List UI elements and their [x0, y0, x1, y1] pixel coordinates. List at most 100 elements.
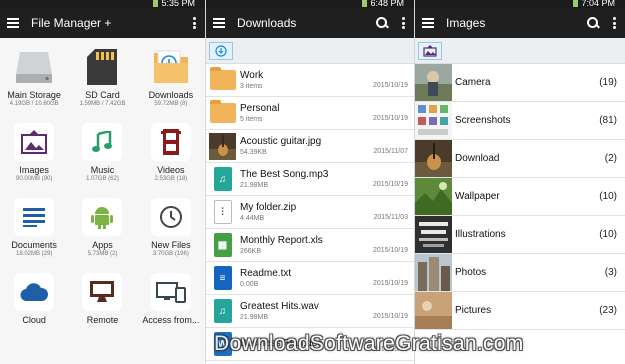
album-row-download[interactable]: Download (2)	[415, 140, 625, 178]
category-images[interactable]: Images 90.00MB (90)	[0, 123, 68, 194]
video-icon	[150, 123, 191, 161]
document-icon	[14, 198, 55, 236]
battery-icon	[573, 0, 579, 8]
downloads-folder-icon	[151, 48, 191, 86]
file-name: Monthly Report.xls	[240, 235, 323, 246]
file-row-personal[interactable]: Personal 5 items 2015/10/19	[206, 97, 414, 130]
file-row-monthly-report[interactable]: ▦ Monthly Report.xls 266KB 2015/10/19	[206, 229, 414, 262]
path-root-button[interactable]	[418, 41, 442, 60]
menu-icon[interactable]	[422, 18, 434, 28]
album-thumbnail	[415, 140, 452, 177]
path-root-button[interactable]	[209, 41, 233, 60]
file-date: 2015/10/19	[372, 280, 408, 287]
album-thumbnail	[415, 292, 452, 329]
album-count: (23)	[599, 305, 617, 316]
storage-icon	[14, 48, 54, 86]
folder-icon	[209, 100, 236, 127]
category-downloads[interactable]: Downloads 59.72MB (8)	[137, 48, 205, 119]
category-documents[interactable]: Documents 18.02MB (29)	[0, 198, 68, 269]
category-size: 59.72MB (8)	[154, 101, 188, 107]
album-row-wallpaper[interactable]: Wallpaper (10)	[415, 178, 625, 216]
status-time: 7:04 PM	[581, 0, 615, 8]
file-date: 2015/10/19	[372, 247, 408, 254]
album-row-screenshots[interactable]: Screenshots (81)	[415, 102, 625, 140]
album-name: Screenshots	[455, 115, 511, 126]
status-time: 5:35 PM	[161, 0, 195, 8]
file-row-best-song[interactable]: ♫ The Best Song.mp3 21.98MB 2015/10/19	[206, 163, 414, 196]
pc-access-icon	[150, 273, 191, 311]
status-bar: 5:35 PM	[0, 0, 205, 8]
download-path-icon	[215, 44, 227, 57]
file-row-readme[interactable]: ≡ Readme.txt 0.00B 2015/10/19	[206, 262, 414, 295]
app-bar: File Manager +	[0, 8, 205, 38]
album-thumbnail	[415, 102, 452, 139]
category-name: Main Storage	[7, 90, 61, 100]
category-name: Images	[19, 165, 49, 175]
file-list: Work 3 items 2015/10/19 Personal 5 items 2…	[206, 64, 414, 361]
album-name: Download	[455, 153, 500, 164]
file-date: 2015/10/19	[372, 313, 408, 320]
category-size: 4.19GB / 10.80GB	[9, 101, 59, 107]
category-name: SD Card	[85, 90, 120, 100]
path-bar	[415, 38, 625, 64]
album-count: (10)	[599, 191, 617, 202]
file-manager-home-screen: 5:35 PM File Manager + Main Storage 4.19…	[0, 0, 205, 364]
search-icon[interactable]	[587, 17, 599, 29]
album-name: Pictures	[455, 305, 492, 316]
album-count: (2)	[604, 153, 617, 164]
app-title: File Manager +	[31, 16, 112, 30]
image-icon	[14, 123, 55, 161]
path-bar	[206, 38, 414, 64]
album-row-photos[interactable]: Photos (3)	[415, 254, 625, 292]
category-size: 90.00MB (90)	[15, 176, 53, 182]
category-videos[interactable]: Videos 2.53GB (18)	[137, 123, 205, 194]
album-row-camera[interactable]: Camera (19)	[415, 64, 625, 102]
android-icon	[82, 198, 123, 236]
file-row-greatest-hits[interactable]: ♫ Greatest Hits.wav 21.98MB 2015/10/19	[206, 295, 414, 328]
category-name: Access from...	[142, 315, 200, 325]
more-options-icon[interactable]	[609, 17, 619, 29]
status-bar: 6:48 PM	[206, 0, 414, 8]
image-path-icon	[423, 44, 437, 57]
app-bar: Images	[415, 8, 625, 38]
zip-file-icon: ⫶	[209, 199, 236, 226]
category-new-files[interactable]: New Files 3.70GB (196)	[137, 198, 205, 269]
downloads-screen: 6:48 PM Downloads Work 3 items 2015/10/19…	[206, 0, 414, 364]
album-row-illustrations[interactable]: Illustrations (10)	[415, 216, 625, 254]
file-row-acoustic-guitar[interactable]: Acoustic guitar.jpg 54.39KB 2015/11/07	[206, 130, 414, 163]
category-cloud[interactable]: Cloud	[0, 273, 68, 344]
menu-icon[interactable]	[213, 18, 225, 28]
category-name: Downloads	[148, 90, 194, 100]
category-apps[interactable]: Apps 5.73MB (2)	[68, 198, 136, 269]
category-music[interactable]: Music 1.07GB (62)	[68, 123, 136, 194]
category-size: 3.70GB (196)	[152, 251, 189, 257]
category-sd-card[interactable]: SD Card 1.59MB / 7.42GB	[68, 48, 136, 119]
audio-file-icon: ♫	[209, 166, 236, 193]
category-size: 5.73MB (2)	[87, 251, 118, 257]
spreadsheet-file-icon: ▦	[209, 232, 236, 259]
file-date: 2015/11/07	[373, 148, 408, 155]
file-name: Readme.txt	[240, 268, 292, 279]
menu-icon[interactable]	[7, 18, 19, 28]
cloud-icon	[14, 273, 55, 311]
battery-icon	[362, 0, 368, 8]
album-count: (3)	[604, 267, 617, 278]
file-date: 2015/10/19	[372, 181, 408, 188]
album-count: (81)	[599, 115, 617, 126]
watermark-text: DownloadSoftwareGratisan.com	[214, 332, 524, 355]
category-main-storage[interactable]: Main Storage 4.19GB / 10.80GB	[0, 48, 68, 119]
sdcard-icon	[82, 48, 122, 86]
screen-title: Images	[446, 16, 486, 30]
folder-icon	[209, 67, 236, 94]
category-access-from-pc[interactable]: Access from...	[137, 273, 205, 344]
category-remote[interactable]: Remote	[68, 273, 136, 344]
file-row-work[interactable]: Work 3 items 2015/10/19	[206, 64, 414, 97]
file-row-my-folder-zip[interactable]: ⫶ My folder.zip 4.44MB 2015/11/03	[206, 196, 414, 229]
file-name: The Best Song.mp3	[240, 169, 329, 180]
category-name: Remote	[86, 315, 119, 325]
music-icon	[82, 123, 123, 161]
more-options-icon[interactable]	[398, 17, 408, 29]
search-icon[interactable]	[376, 17, 388, 29]
album-row-pictures[interactable]: Pictures (23)	[415, 292, 625, 330]
more-options-icon[interactable]	[189, 17, 199, 29]
